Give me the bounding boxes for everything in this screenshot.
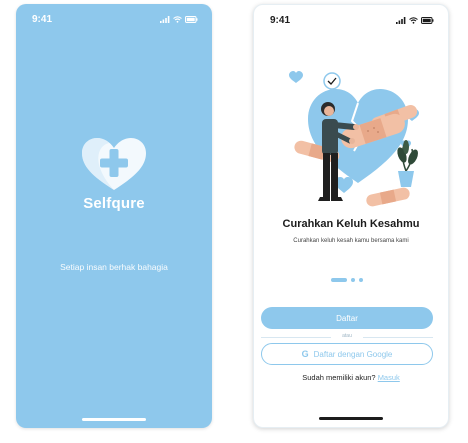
status-icons <box>160 16 198 23</box>
signal-icon <box>396 17 406 24</box>
status-bar: 9:41 <box>254 15 448 29</box>
splash-screen: 9:41 Selfqure Setiap insan berhak bahagi… <box>16 4 212 428</box>
battery-icon <box>185 16 198 23</box>
brand-name: Selfqure <box>83 195 145 212</box>
page-dot-active[interactable] <box>331 278 347 282</box>
status-bar: 9:41 <box>16 14 212 28</box>
battery-icon <box>421 17 434 24</box>
or-divider: atau <box>261 333 433 341</box>
onboarding-screen: 9:41 Curahkan Keluh Kesahmu Curahkan kel… <box>253 4 449 428</box>
check-badge-icon <box>323 72 341 90</box>
status-icons <box>396 17 434 24</box>
tagline: Setiap insan berhak bahagia <box>60 262 168 272</box>
register-button[interactable]: Daftar <box>261 307 433 329</box>
google-button-label: Daftar dengan Google <box>313 349 393 359</box>
divider-line <box>363 337 433 338</box>
wifi-icon <box>409 17 418 24</box>
status-time: 9:41 <box>270 15 291 26</box>
onboarding-title: Curahkan Keluh Kesahmu <box>282 218 420 230</box>
selfqure-heart-logo-icon <box>82 138 146 190</box>
home-indicator[interactable] <box>82 418 146 421</box>
page-dot[interactable] <box>359 278 363 282</box>
bandage-icon <box>366 187 410 207</box>
login-prompt-row: Sudah memiliki akun? Masuk <box>254 373 448 382</box>
small-heart-icon <box>289 71 303 83</box>
pagination-dots <box>331 278 363 282</box>
onboarding-subtitle: Curahkan keluh kesah kamu bersama kami <box>293 238 409 244</box>
onboarding-illustration <box>289 71 419 207</box>
login-prompt: Sudah memiliki akun? <box>302 373 376 382</box>
page-dot[interactable] <box>351 278 355 282</box>
google-icon: G <box>301 349 309 359</box>
signal-icon <box>160 16 170 23</box>
google-register-button[interactable]: G Daftar dengan Google <box>261 343 433 365</box>
login-link[interactable]: Masuk <box>378 373 400 382</box>
divider-text: atau <box>342 333 352 339</box>
wifi-icon <box>173 16 182 23</box>
plant-icon <box>397 140 418 187</box>
home-indicator[interactable] <box>319 417 383 420</box>
status-time: 9:41 <box>32 14 53 25</box>
